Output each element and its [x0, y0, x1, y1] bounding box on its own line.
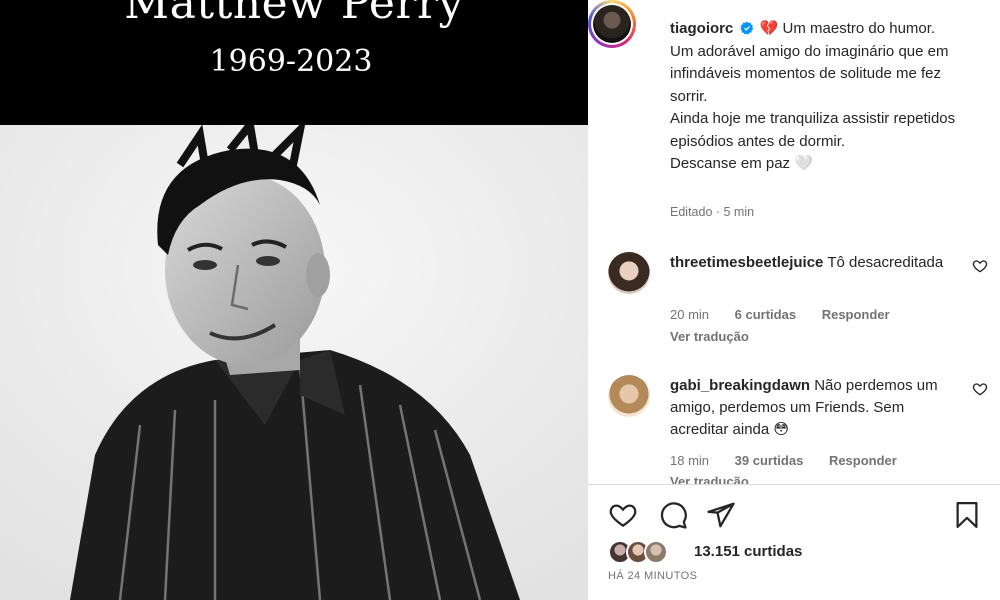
post-image[interactable]: Matthew Perry 1969-2023 [0, 0, 588, 600]
heart-icon[interactable] [608, 500, 638, 530]
verified-badge-icon [740, 21, 753, 35]
likes-count[interactable]: 13.151 curtidas [694, 543, 802, 560]
author-avatar[interactable] [588, 0, 636, 48]
comment-time: 18 min [670, 453, 710, 468]
caption-line-1: Um maestro do humor. [782, 20, 936, 37]
comment-icon[interactable] [658, 500, 688, 530]
comment-meta: 20 min 6 curtidas Responder [670, 307, 912, 322]
comment-reply-button[interactable]: Responder [829, 453, 897, 468]
image-title-years: 1969-2023 [209, 44, 373, 79]
caption-emoji: 💔 [759, 20, 779, 37]
caption-line-3: Ainda hoje me tranquiliza assistir repet… [670, 110, 956, 150]
comment-time: 20 min [670, 307, 710, 322]
comment-reply-button[interactable]: Responder [822, 307, 890, 322]
comment-likes[interactable]: 39 curtidas [735, 453, 804, 468]
post-caption: tiagoiorc 💔 Um maestro do humor. Um ador… [670, 18, 980, 176]
image-title-name: Matthew Perry [124, 0, 464, 29]
liker-avatar [644, 540, 668, 564]
post-panel: tiagoiorc 💔 Um maestro do humor. Um ador… [588, 0, 1000, 600]
divider [588, 484, 1000, 485]
comment-text: Tô desacreditada [827, 254, 944, 271]
share-icon[interactable] [706, 500, 736, 530]
comment-username[interactable]: gabi_breakingdawn [670, 377, 810, 394]
comments-list[interactable]: threetimesbeetlejuice Tô desacreditada 2… [588, 240, 1000, 485]
bookmark-icon[interactable] [952, 500, 982, 530]
comment-text-block: gabi_breakingdawn Não perdemos um amigo,… [670, 375, 960, 441]
portrait-photo [0, 125, 588, 600]
comment-meta: 18 min 39 curtidas Responder [670, 453, 919, 468]
caption-meta: Editado · 5 min [670, 205, 755, 219]
comment-translate-link[interactable]: Ver tradução [670, 329, 749, 344]
comment-text-block: threetimesbeetlejuice Tô desacreditada [670, 252, 960, 274]
commenter-avatar[interactable] [608, 375, 650, 417]
caption-line-2: Um adorável amigo do imaginário que em i… [670, 42, 949, 105]
comment-item: gabi_breakingdawn Não perdemos um amigo,… [608, 375, 988, 485]
comment-like-heart-icon[interactable] [972, 258, 988, 274]
comment-item: threetimesbeetlejuice Tô desacreditada 2… [608, 252, 988, 357]
comment-username[interactable]: threetimesbeetlejuice [670, 254, 823, 271]
post-timestamp: HÁ 24 MINUTOS [608, 570, 698, 582]
image-title-banner: Matthew Perry 1969-2023 [0, 0, 588, 125]
comment-like-heart-icon[interactable] [972, 381, 988, 397]
comment-likes[interactable]: 6 curtidas [735, 307, 796, 322]
author-username[interactable]: tiagoiorc [670, 20, 733, 37]
caption-line-4: Descanse em paz 🤍 [670, 155, 813, 172]
commenter-avatar[interactable] [608, 252, 650, 294]
